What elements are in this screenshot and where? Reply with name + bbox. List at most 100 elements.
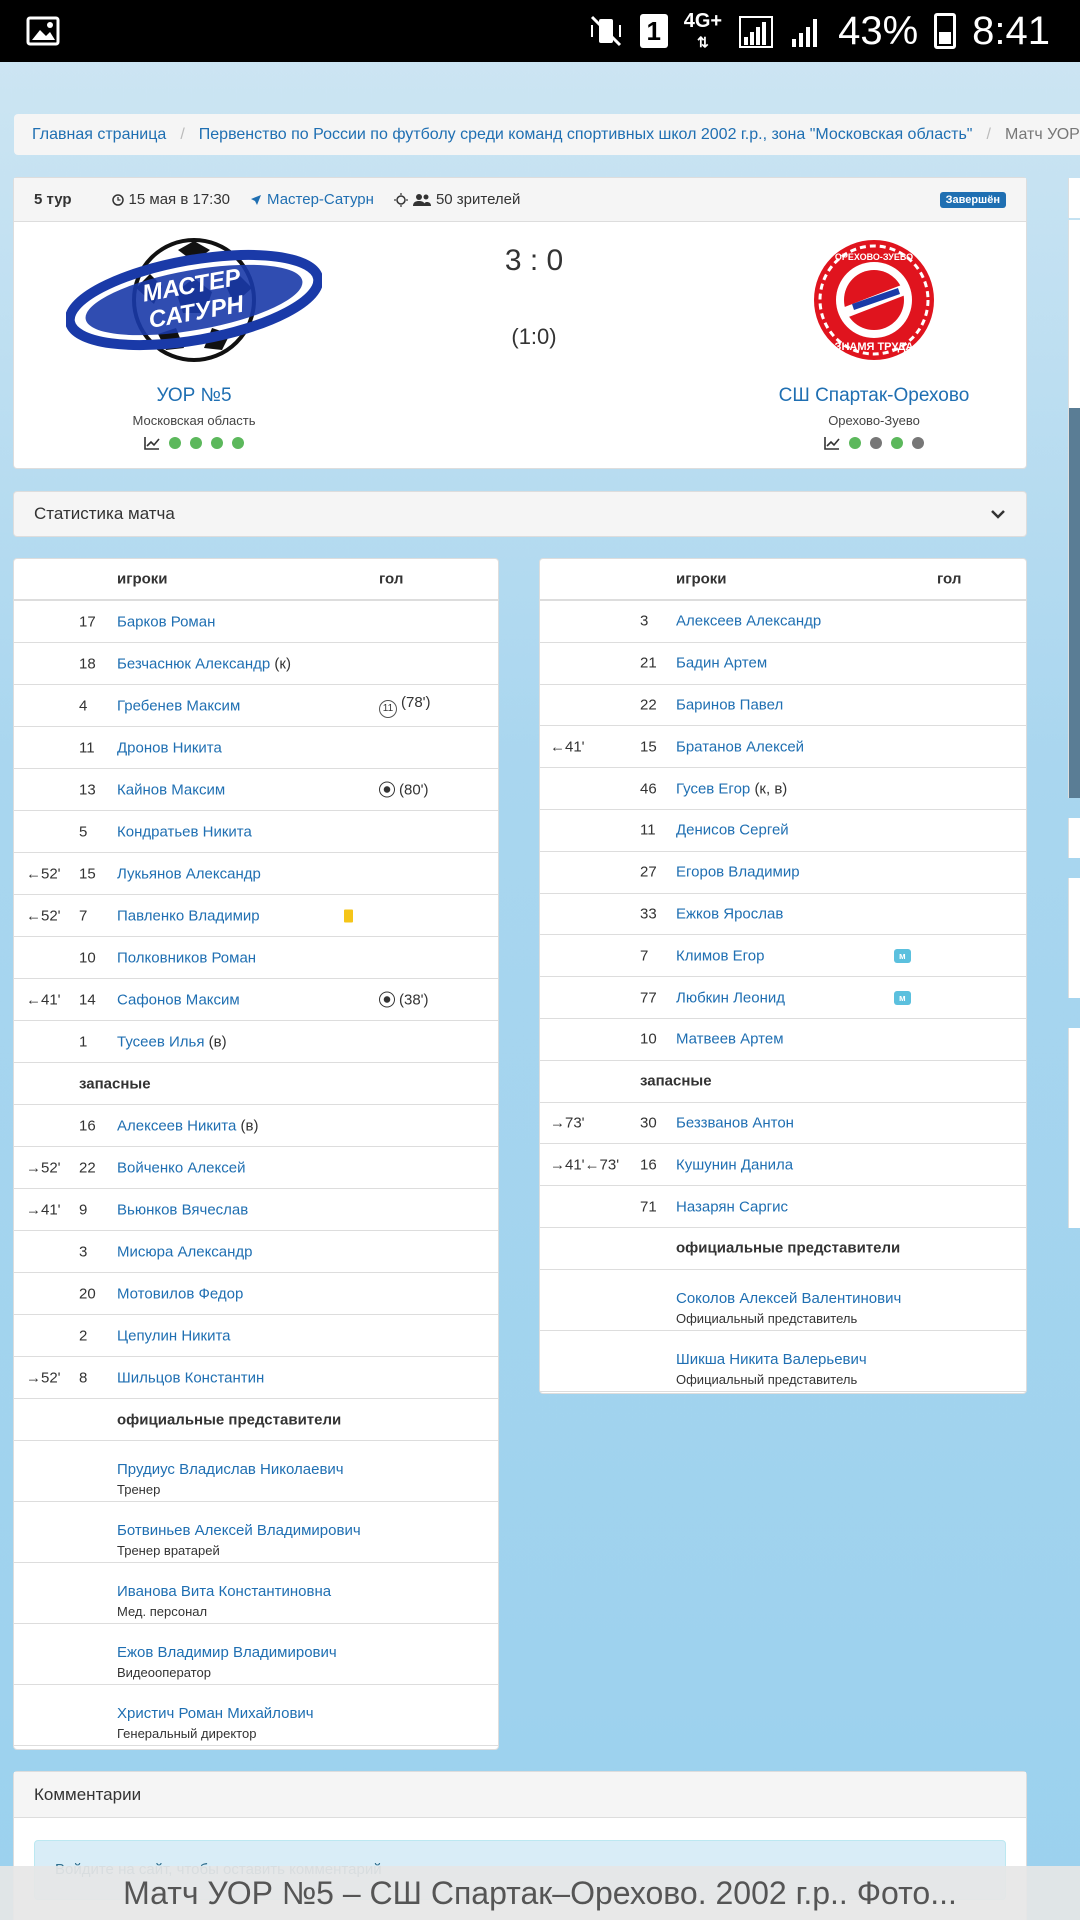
player-name-link[interactable]: Бадин Артем [676,655,767,672]
substitution-time: →41'←73' [550,1156,620,1174]
player-name-link[interactable]: Дронов Никита [117,739,222,756]
substitution-time: →52' [26,1369,61,1386]
player-name-link[interactable]: Матвеев Артем [676,1031,784,1048]
player-number: 14 [79,991,96,1008]
chart-line-icon[interactable] [824,436,840,450]
player-name-link[interactable]: Кушунин Данила [676,1156,793,1173]
player-name-link[interactable]: Лукьянов Александр [117,865,261,882]
official-name-link[interactable]: Соколов Алексей Валентинович [676,1290,901,1307]
official-name-link[interactable]: Шикша Никита Валерьевич [676,1351,867,1368]
official-role: Тренер вратарей [117,1543,220,1558]
player-name-cell: Павленко Владимир [117,907,260,924]
chart-line-icon[interactable] [144,436,160,450]
official-name-link[interactable]: Прудиус Владислав Николаевич [117,1461,344,1478]
player-name-link[interactable]: Кайнов Максим [117,781,225,798]
form-result-dot [169,437,181,449]
player-name-cell: Тусеев Илья (в) [117,1033,227,1050]
player-name-link[interactable]: Тусеев Илья [117,1033,204,1050]
player-name-link[interactable]: Мотовилов Федор [117,1285,243,1302]
player-number: 5 [79,823,88,840]
player-name-link[interactable]: Егоров Владимир [676,864,800,881]
player-row: ←41' 15 Братанов Алексей [540,726,1026,769]
player-name-link[interactable]: Барков Роман [117,613,215,630]
official-cell: Прудиус Владислав Николаевич Тренер [117,1461,344,1497]
player-name-link[interactable]: Любкин Леонид [676,989,785,1006]
away-team-logo[interactable]: ОРЕХОВО-ЗУЕВО ЗНАМЯ ТРУДА [812,238,937,363]
home-team: МАСТЕР САТУРН УОР №5 Московская область [54,238,334,450]
player-number: 1 [79,1033,88,1050]
player-number: 7 [79,907,88,924]
official-name-link[interactable]: Ботвиньев Алексей Владимирович [117,1522,361,1539]
match-stats-toggle[interactable]: Статистика матча [13,491,1027,537]
official-name-link[interactable]: Ежов Владимир Владимирович [117,1644,337,1661]
signal-icon [739,16,774,48]
officials-section-header: официальные представители [540,1228,1026,1270]
away-team-name[interactable]: СШ Спартак-Орехово [734,385,1014,407]
player-number: 21 [640,654,657,672]
player-name-link[interactable]: Сафонов Максим [117,991,240,1008]
official-role: Официальный представитель [676,1371,858,1387]
player-name-link[interactable]: Войченко Алексей [117,1159,245,1176]
player-name-cell: Климов Егор [676,947,765,964]
player-name-link[interactable]: Безчаснюк Александр [117,655,270,672]
away-team: ОРЕХОВО-ЗУЕВО ЗНАМЯ ТРУДА СШ Спартак-Оре… [734,238,1014,450]
player-row: →52' 22 Войченко Алексей [14,1147,498,1189]
official-name-link[interactable]: Христич Роман Михайлович [117,1705,314,1722]
player-name-cell: Бадин Артем [676,655,767,672]
player-row: →73' 30 Беззванов Антон [540,1103,1026,1145]
sim-indicator: 1 [639,14,668,48]
player-number: 22 [640,696,657,714]
substitution-time: ←52' [26,907,61,924]
away-team-form [734,436,1014,450]
player-number: 8 [79,1369,88,1386]
player-name-link[interactable]: Гребенев Максим [117,697,240,714]
player-name-link[interactable]: Ежков Ярослав [676,905,783,922]
player-name-link[interactable]: Беззванов Антон [676,1114,794,1131]
player-name-link[interactable]: Климов Егор [676,947,765,964]
player-number: 11 [640,821,656,839]
official-cell: Шикша Никита Валерьевич Официальный предс… [676,1351,867,1387]
official-cell: Ежов Владимир Владимирович Видеооператор [117,1644,337,1680]
player-name-link[interactable]: Алексеев Александр [676,613,821,630]
player-number: 4 [79,697,88,714]
official-role: Официальный представитель [676,1310,858,1326]
player-name-link[interactable]: Назарян Саргис [676,1198,788,1215]
breadcrumb-tournament[interactable]: Первенство по России по футболу среди ко… [199,126,973,144]
player-row: 5 Кондратьев Никита [14,811,498,853]
player-name-link[interactable]: Вьюнков Вячеслав [117,1201,248,1218]
player-name-cell: Кайнов Максим [117,781,225,798]
match-header: 5 тур 15 мая в 17:30 Мастер-Сатурн 50 зр… [14,178,1026,222]
home-team-name[interactable]: УОР №5 [54,385,334,407]
player-name-link[interactable]: Шильцов Константин [117,1369,264,1386]
player-name-link[interactable]: Полковников Роман [117,949,256,966]
player-name-link[interactable]: Денисов Сергей [676,822,789,839]
player-row: 2 Цепулин Никита [14,1315,498,1357]
official-cell: Соколов Алексей Валентинович Официальный … [676,1290,901,1326]
player-role-mark: (к) [274,655,291,672]
player-name-link[interactable]: Братанов Алексей [676,738,804,755]
official-name-link[interactable]: Иванова Вита Константиновна [117,1583,331,1600]
player-name-link[interactable]: Гусев Егор [676,780,750,797]
player-number: 13 [79,781,96,798]
breadcrumb-home[interactable]: Главная страница [32,126,166,144]
player-name-link[interactable]: Баринов Павел [676,696,783,713]
player-number: 11 [79,739,95,756]
officials-label: официальные представители [676,1239,901,1257]
player-row: 16 Алексеев Никита (в) [14,1105,498,1147]
player-name-cell: Цепулин Никита [117,1327,231,1344]
home-team-logo[interactable]: МАСТЕР САТУРН [66,238,322,363]
player-row: 33 Ежков Ярослав [540,894,1026,936]
player-name-link[interactable]: Павленко Владимир [117,907,260,924]
subs-section-header: запасные [540,1061,1026,1103]
subs-label: запасные [79,1075,151,1092]
player-name-link[interactable]: Алексеев Никита [117,1117,236,1134]
player-name-link[interactable]: Кондратьев Никита [117,823,252,840]
player-name-link[interactable]: Цепулин Никита [117,1327,231,1344]
player-name-cell: Барков Роман [117,613,215,630]
clock: 8:41 [972,8,1050,53]
player-badge: м [894,948,911,963]
battery-percent: 43% [838,8,919,53]
player-name-link[interactable]: Мисюра Александр [117,1243,253,1260]
venue-link[interactable]: Мастер-Сатурн [250,191,374,208]
player-number: 15 [640,738,657,756]
